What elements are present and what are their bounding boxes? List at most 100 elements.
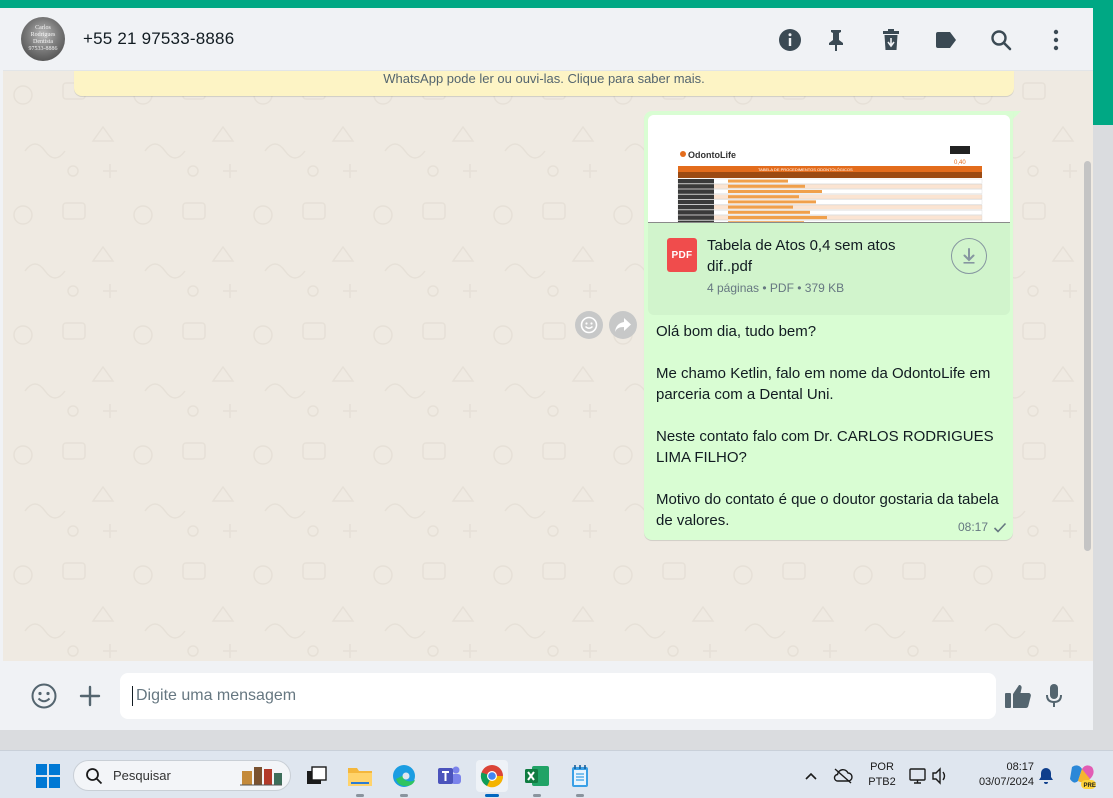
message-composer	[3, 661, 1093, 730]
preview-value: 0,40	[954, 160, 966, 166]
document-file-info: 4 páginas • PDF • 379 KB	[707, 281, 845, 295]
download-icon	[963, 248, 975, 264]
copilot-badge: PRE	[1084, 783, 1096, 789]
taskbar-excel[interactable]	[521, 760, 553, 797]
message-hover-actions	[575, 311, 637, 339]
preview-table-row-highlight	[728, 210, 810, 214]
outgoing-message[interactable]: OdontoLife 0,40 TABELA DE PROCEDIMENTOS …	[644, 111, 1013, 540]
taskbar-search-label: Pesquisar	[113, 768, 171, 783]
windows-logo-icon	[36, 764, 60, 788]
message-time: 08:17	[958, 520, 989, 534]
document-attachment[interactable]: OdontoLife 0,40 TABELA DE PROCEDIMENTOS …	[648, 115, 1010, 315]
encryption-notice[interactable]: WhatsApp pode ler ou ouvi-las. Clique pa…	[74, 71, 1014, 96]
document-meta: PDF Tabela de Atos 0,4 sem atos dif..pdf…	[648, 223, 1010, 315]
running-indicator	[576, 794, 584, 797]
text-caret	[132, 686, 133, 706]
preview-table-title: TABELA DE PROCEDIMENTOS ODONTOLÓGICOS	[758, 167, 853, 172]
emoji-icon	[31, 683, 57, 709]
preview-table-row-highlight	[728, 195, 799, 199]
edge-browser-icon	[393, 765, 415, 787]
notifications-button[interactable]	[1032, 760, 1060, 792]
preview-table-row	[677, 199, 983, 205]
chrome-icon	[480, 765, 504, 788]
cloud-off-icon	[833, 768, 853, 784]
preview-table-row-label	[678, 210, 714, 215]
preview-table-row	[677, 210, 983, 215]
preview-table-row-highlight	[728, 205, 793, 209]
message-paragraph: Motivo do contato é que o doutor gostari…	[656, 491, 999, 529]
thumbs-up-icon	[1005, 685, 1031, 708]
search-icon[interactable]	[987, 26, 1015, 54]
clock-time: 08:17	[1006, 761, 1034, 773]
search-icon	[86, 767, 103, 784]
thumbs-up-button[interactable]	[1003, 681, 1033, 711]
copilot-button[interactable]: PRE	[1066, 760, 1098, 792]
label-icon[interactable]	[932, 26, 960, 54]
avatar-text: Carlos Rodrigues Dentista 97533-8886	[28, 25, 58, 52]
preview-table-row-highlight	[728, 190, 822, 193]
contact-name[interactable]: +55 21 97533-8886	[83, 29, 234, 49]
info-icon[interactable]	[776, 26, 804, 54]
taskbar-clock[interactable]: 08:17 03/07/2024	[964, 760, 1034, 790]
notepad-icon	[572, 765, 588, 787]
plus-icon	[79, 685, 101, 707]
bubble-tail	[1012, 111, 1021, 120]
taskbar-file-explorer[interactable]	[344, 760, 376, 797]
copilot-icon: PRE	[1070, 765, 1096, 789]
taskbar-chrome[interactable]	[476, 760, 508, 797]
download-button[interactable]	[951, 238, 987, 274]
folder-icon	[348, 768, 372, 786]
input-language[interactable]: POR PTB2	[864, 760, 900, 790]
taskbar-notepad[interactable]	[564, 760, 596, 797]
pdf-file-icon: PDF	[667, 238, 697, 272]
message-input[interactable]	[120, 673, 996, 719]
chat-header: Carlos Rodrigues Dentista 97533-8886 +55…	[3, 8, 1093, 71]
running-indicator	[400, 794, 408, 797]
network-volume-controls[interactable]	[906, 760, 952, 792]
voice-message-button[interactable]	[1039, 681, 1069, 711]
window-bottom-gutter	[0, 730, 1113, 750]
taskbar-edge[interactable]	[388, 760, 420, 797]
preview-table-row-highlight	[728, 179, 788, 183]
preview-brand: OdontoLife	[688, 150, 736, 160]
scrollbar-thumb[interactable]	[1084, 161, 1091, 551]
show-hidden-icons-button[interactable]	[797, 760, 825, 792]
preview-table-row-label	[678, 215, 714, 220]
taskbar-search[interactable]: Pesquisar	[73, 760, 291, 791]
window-right-gutter	[1093, 125, 1113, 750]
preview-table-row-label	[678, 194, 714, 199]
pin-icon[interactable]	[822, 26, 850, 54]
window-right-accent	[1093, 0, 1113, 125]
taskbar-teams[interactable]	[433, 760, 465, 792]
onedrive-status[interactable]	[829, 760, 857, 792]
sent-check-icon	[993, 522, 1007, 533]
search-highlight-icon	[240, 767, 282, 786]
keyboard-layout: PTB2	[868, 776, 896, 788]
trash-icon[interactable]	[877, 26, 905, 54]
preview-table-row	[677, 189, 983, 194]
teams-icon	[438, 766, 461, 784]
more-options-icon[interactable]	[1042, 26, 1070, 54]
preview-table-row-label	[678, 184, 714, 189]
start-button[interactable]	[36, 764, 60, 788]
message-paragraph: Me chamo Ketlin, falo em nome da OdontoL…	[656, 365, 991, 403]
chat-area[interactable]: WhatsApp pode ler ou ouvi-las. Clique pa…	[3, 71, 1093, 661]
react-emoji-button[interactable]	[575, 311, 603, 339]
document-file-name[interactable]: Tabela de Atos 0,4 sem atos dif..pdf	[707, 235, 927, 277]
preview-table-row-label	[678, 179, 714, 184]
message-paragraph: Olá bom dia, tudo bem?	[656, 323, 817, 340]
preview-table-row-label	[678, 205, 714, 210]
bell-icon	[1039, 768, 1053, 784]
emoji-button[interactable]	[29, 681, 59, 711]
avatar[interactable]: Carlos Rodrigues Dentista 97533-8886	[21, 17, 65, 61]
running-indicator	[533, 794, 541, 797]
preview-table-row	[677, 184, 983, 189]
preview-table-row	[677, 178, 983, 184]
message-paragraph: Neste contato falo com Dr. CARLOS RODRIG…	[656, 428, 994, 466]
taskbar-task-view[interactable]	[301, 760, 333, 792]
forward-button[interactable]	[609, 311, 637, 339]
clock-date: 03/07/2024	[978, 776, 1034, 788]
document-preview[interactable]: OdontoLife 0,40 TABELA DE PROCEDIMENTOS …	[648, 115, 1010, 223]
microphone-icon	[1046, 684, 1062, 707]
attach-button[interactable]	[75, 681, 105, 711]
